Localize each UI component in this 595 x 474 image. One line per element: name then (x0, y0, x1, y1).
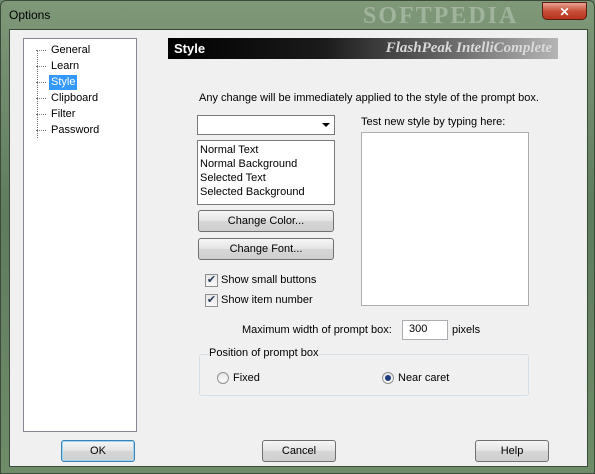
page-title: Style (174, 41, 206, 56)
show-item-number-label: Show item number (221, 294, 313, 306)
page-header: Style FlashPeak IntelliComplete (168, 38, 558, 59)
tree-item-label: Clipboard (51, 92, 99, 104)
title-bar[interactable]: Options SOFTPEDIA ✕ (1, 1, 594, 29)
list-item[interactable]: Normal Background (200, 157, 334, 171)
close-icon: ✕ (559, 5, 570, 19)
info-text: Any change will be immediately applied t… (199, 92, 539, 104)
change-font-button[interactable]: Change Font... (198, 238, 334, 260)
watermark: SOFTPEDIA (363, 3, 519, 29)
tree-item-label: Filter (51, 108, 76, 120)
max-width-unit: pixels (452, 324, 481, 336)
tree-branch (36, 82, 46, 83)
tree-item-label: Password (51, 124, 100, 136)
tree-branch (36, 114, 46, 115)
tree-item-label: Style (49, 75, 78, 90)
position-group-label: Position of prompt box (208, 347, 320, 359)
radio-label: Fixed (233, 372, 260, 384)
ok-button[interactable]: OK (61, 440, 135, 462)
change-color-button[interactable]: Change Color... (198, 210, 334, 232)
tree-connector-line (37, 51, 38, 138)
tree-item-label: General (51, 44, 91, 56)
list-item[interactable]: Selected Text (200, 171, 334, 185)
close-button[interactable]: ✕ (542, 2, 587, 20)
max-width-label: Maximum width of prompt box: (242, 324, 392, 336)
cancel-button[interactable]: Cancel (262, 440, 336, 462)
help-button[interactable]: Help (475, 440, 549, 462)
tree-branch (36, 50, 46, 51)
list-item[interactable]: Normal Text (200, 143, 334, 157)
style-element-list[interactable]: Normal Text Normal Background Selected T… (197, 140, 335, 205)
test-style-label: Test new style by typing here: (361, 116, 506, 128)
show-item-number-checkbox[interactable]: ✔ (205, 294, 218, 307)
position-near-caret-radio[interactable] (382, 372, 394, 384)
tree-branch (36, 66, 46, 67)
options-tree[interactable]: General Learn Style Clipboard Filter Pas… (23, 38, 137, 432)
test-style-textarea[interactable] (361, 132, 529, 306)
product-name: FlashPeak IntelliComplete (385, 40, 552, 56)
show-small-buttons-checkbox[interactable]: ✔ (205, 274, 218, 287)
show-small-buttons-label: Show small buttons (221, 274, 317, 286)
max-width-input[interactable]: 300 (402, 320, 448, 340)
list-item[interactable]: Selected Background (200, 185, 334, 199)
window-title: Options (9, 8, 51, 22)
tree-item-label: Learn (51, 60, 80, 72)
style-mode-dropdown[interactable] (197, 115, 335, 135)
position-fixed-radio[interactable] (217, 372, 229, 384)
chevron-down-icon (322, 123, 330, 127)
options-window: Options SOFTPEDIA ✕ General Learn Style (0, 0, 595, 474)
tree-branch (36, 130, 46, 131)
dialog-client-area: General Learn Style Clipboard Filter Pas… (9, 29, 588, 467)
radio-selected-dot (385, 375, 391, 381)
radio-label: Near caret (398, 372, 450, 384)
tree-branch (36, 98, 46, 99)
